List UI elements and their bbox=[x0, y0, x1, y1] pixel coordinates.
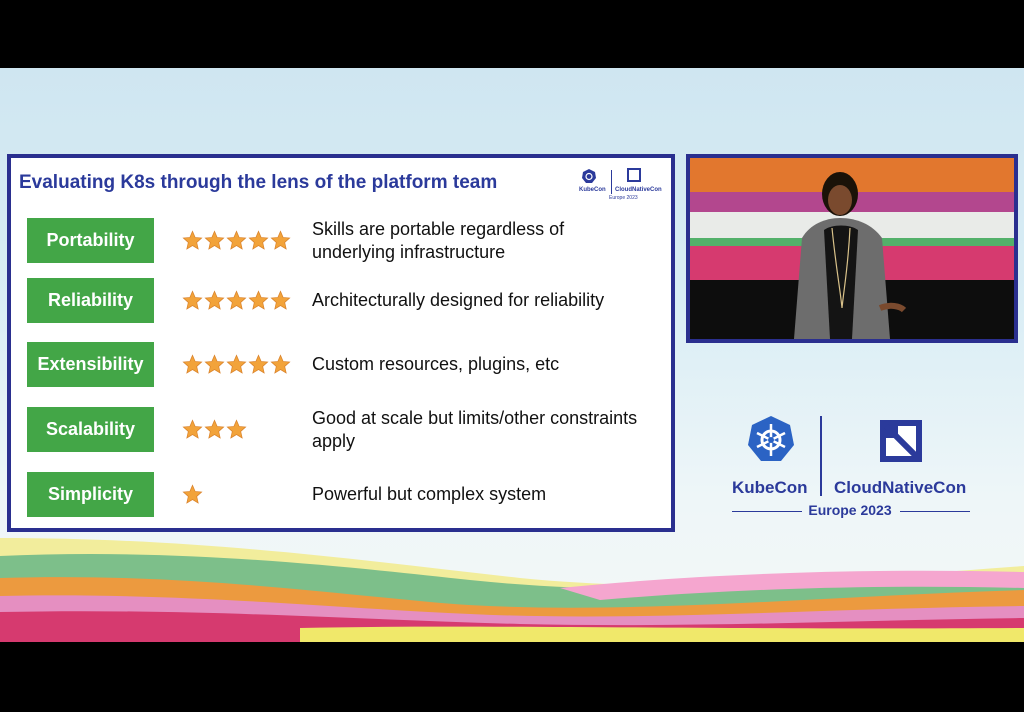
star-icon bbox=[226, 290, 247, 310]
brand-divider bbox=[820, 416, 822, 496]
criterion-label: Simplicity bbox=[27, 472, 154, 517]
star-icon bbox=[182, 354, 203, 374]
star-icon bbox=[226, 419, 247, 439]
star-icon bbox=[204, 230, 225, 250]
star-icon bbox=[270, 290, 291, 310]
criterion-description: Custom resources, plugins, etc bbox=[312, 354, 560, 374]
mini-logo-divider bbox=[611, 170, 612, 194]
star-icon bbox=[182, 230, 203, 250]
criterion-description: Powerful but complex system bbox=[312, 484, 547, 504]
stage-background: Evaluating K8s through the lens of the p… bbox=[0, 68, 1024, 642]
cncf-square-icon bbox=[880, 420, 922, 462]
letterbox-top bbox=[0, 0, 1024, 68]
criterion-description: Architecturally designed for reliability bbox=[312, 290, 605, 310]
star-icon bbox=[270, 230, 291, 250]
event-rule-right bbox=[900, 511, 970, 512]
cloudnativecon-text: CloudNativeCon bbox=[834, 478, 967, 497]
star-icon bbox=[182, 290, 203, 310]
mini-event-text: Europe 2023 bbox=[609, 195, 638, 201]
star-icon bbox=[204, 354, 225, 374]
slide-title: Evaluating K8s through the lens of the p… bbox=[19, 172, 498, 193]
kubernetes-helm-icon bbox=[582, 169, 596, 183]
speaker-video bbox=[686, 154, 1018, 343]
star-rating bbox=[182, 278, 291, 323]
star-icon bbox=[248, 290, 269, 310]
star-rating bbox=[182, 218, 291, 263]
star-icon bbox=[182, 484, 203, 504]
kubernetes-helm-icon bbox=[748, 416, 794, 461]
criterion-label: Scalability bbox=[27, 407, 154, 452]
mini-kubecon-text: KubeCon bbox=[579, 187, 606, 193]
star-icon bbox=[204, 290, 225, 310]
criterion-label: Reliability bbox=[27, 278, 154, 323]
star-icon bbox=[226, 354, 247, 374]
star-icon bbox=[204, 419, 225, 439]
event-edition-text: Europe 2023 bbox=[808, 502, 892, 518]
criterion-label: Extensibility bbox=[27, 342, 154, 387]
star-rating bbox=[182, 472, 203, 517]
speaker-image bbox=[690, 158, 1014, 339]
video-frame: Evaluating K8s through the lens of the p… bbox=[0, 0, 1024, 712]
star-icon bbox=[226, 230, 247, 250]
letterbox-bottom bbox=[0, 642, 1024, 712]
event-branding: KubeCon CloudNativeCon Europe 2023 bbox=[730, 412, 980, 522]
slide-panel: Evaluating K8s through the lens of the p… bbox=[7, 154, 675, 532]
kubecon-text: KubeCon bbox=[732, 478, 808, 497]
mini-cncf-text: CloudNativeCon bbox=[615, 187, 662, 193]
star-rating bbox=[182, 407, 247, 452]
star-rating bbox=[182, 342, 291, 387]
star-icon bbox=[248, 354, 269, 374]
cncf-square-icon bbox=[627, 168, 641, 182]
star-icon bbox=[270, 354, 291, 374]
star-icon bbox=[248, 230, 269, 250]
criterion-description: Skills are portable regardless of underl… bbox=[312, 218, 565, 262]
star-icon bbox=[182, 419, 203, 439]
criterion-label: Portability bbox=[27, 218, 154, 263]
criterion-description: Good at scale but limits/other constrain… bbox=[312, 407, 638, 451]
mini-event-logo: KubeCon CloudNativeCon Europe 2023 bbox=[579, 168, 663, 202]
